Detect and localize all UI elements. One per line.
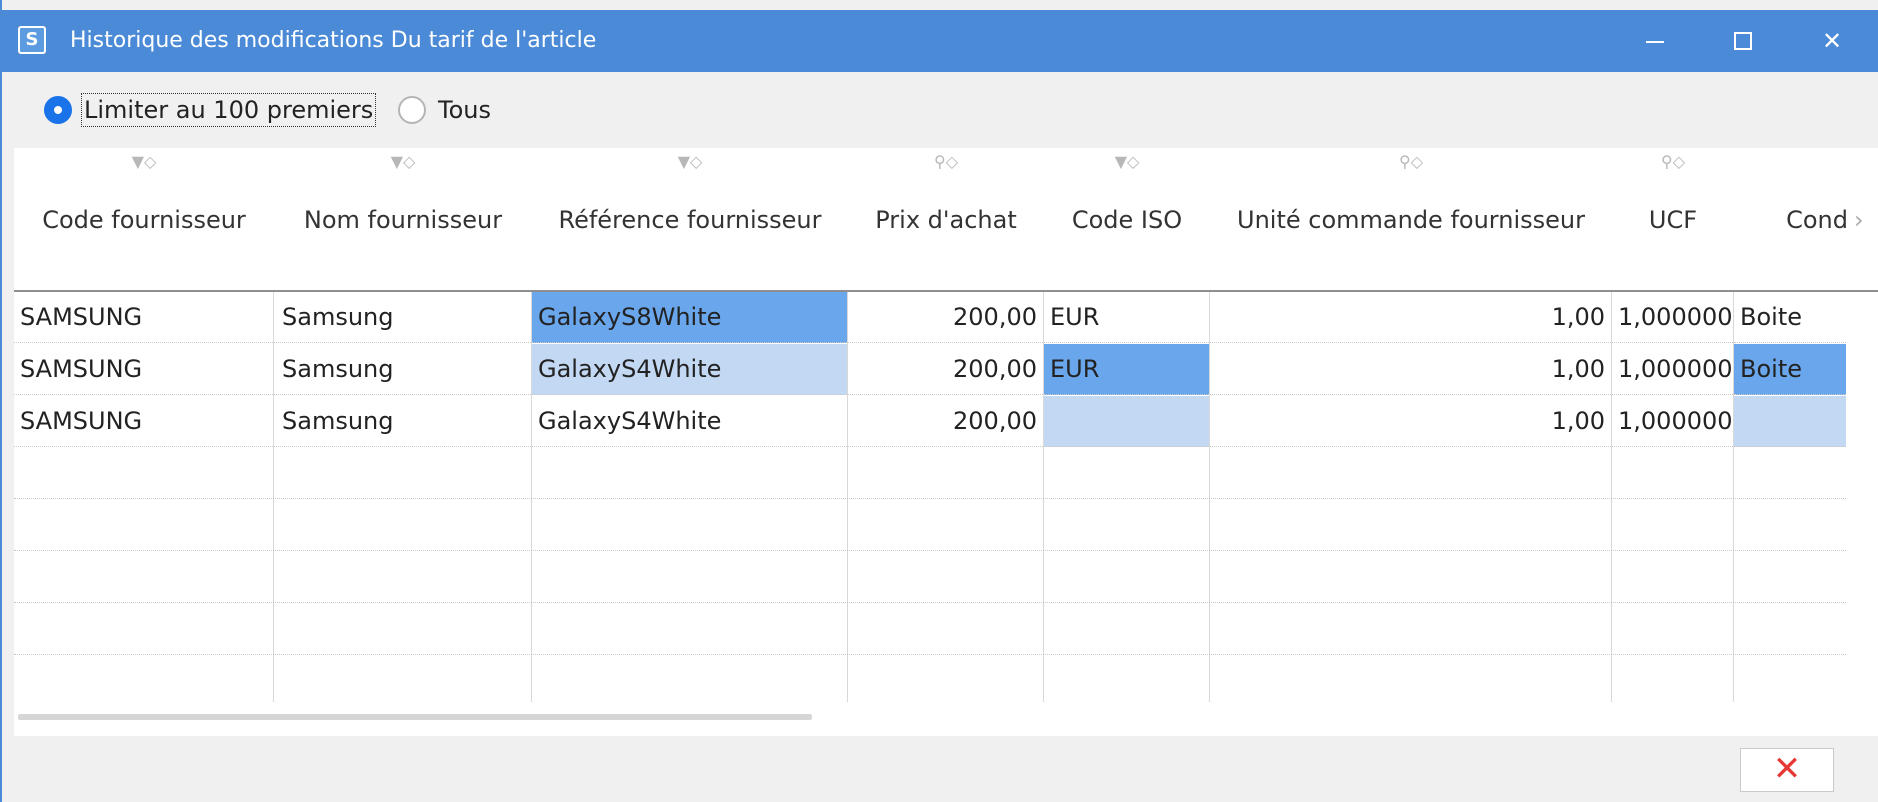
- minimize-button[interactable]: [1628, 20, 1684, 62]
- filter-sort-icon[interactable]: ▼◇: [1044, 152, 1210, 172]
- column-header-prix-achat[interactable]: ⚲◇ Prix d'achat: [848, 148, 1044, 290]
- column-header-reference-fournisseur[interactable]: ▼◇ Référence fournisseur: [532, 148, 848, 290]
- horizontal-scrollbar[interactable]: [18, 714, 812, 720]
- cell-code-iso[interactable]: EUR: [1044, 292, 1209, 343]
- cell-reference-fournisseur[interactable]: GalaxyS8White: [532, 292, 847, 343]
- column-label: Code fournisseur: [42, 206, 246, 234]
- history-grid: ▼◇ Code fournisseur ▼◇ Nom fournisseur ▼…: [14, 148, 1878, 736]
- history-window: S Historique des modifications Du tarif …: [0, 0, 1878, 802]
- radio-unselected-icon: [398, 96, 426, 124]
- grid-header: ▼◇ Code fournisseur ▼◇ Nom fournisseur ▼…: [14, 148, 1878, 292]
- table-row[interactable]: SAMSUNG Samsung GalaxyS4White 200,00 EUR…: [14, 344, 1878, 396]
- column-label: Cond: [1786, 206, 1848, 234]
- column-label: Code ISO: [1071, 206, 1183, 234]
- title-bar[interactable]: S Historique des modifications Du tarif …: [2, 10, 1878, 72]
- column-label: Référence fournisseur: [558, 206, 822, 234]
- cell-code-fournisseur[interactable]: SAMSUNG: [14, 344, 273, 395]
- radio-limit-100-label: Limiter au 100 premiers: [80, 93, 377, 127]
- cell-prix-achat[interactable]: 200,00: [848, 344, 1043, 395]
- cell-nom-fournisseur[interactable]: Samsung: [274, 344, 531, 395]
- filter-sort-icon[interactable]: ▼◇: [14, 152, 274, 172]
- search-sort-icon[interactable]: ⚲◇: [1612, 152, 1734, 172]
- empty-cell: [14, 604, 1846, 655]
- close-icon: ✕: [1772, 749, 1802, 789]
- cell-code-iso[interactable]: [1044, 396, 1209, 447]
- column-label: Prix d'achat: [875, 206, 1017, 234]
- cell-reference-fournisseur[interactable]: GalaxyS4White: [532, 396, 847, 447]
- search-sort-icon[interactable]: ⚲◇: [1210, 152, 1612, 172]
- column-header-ucf[interactable]: ⚲◇ UCF: [1612, 148, 1734, 290]
- cell-unite-commande[interactable]: 1,00: [1210, 344, 1611, 395]
- cell-nom-fournisseur[interactable]: Samsung: [274, 292, 531, 343]
- cell-unite-commande[interactable]: 1,00: [1210, 292, 1611, 343]
- maximize-icon: [1734, 32, 1752, 50]
- cell-ucf[interactable]: 1,000000: [1612, 344, 1733, 395]
- close-window-button[interactable]: ✕: [1804, 20, 1860, 62]
- footer-bar: ✕: [4, 736, 1878, 802]
- cell-prix-achat[interactable]: 200,00: [848, 292, 1043, 343]
- column-header-nom-fournisseur[interactable]: ▼◇ Nom fournisseur: [274, 148, 532, 290]
- cell-ucf[interactable]: 1,000000: [1612, 396, 1733, 447]
- cell-nom-fournisseur[interactable]: Samsung: [274, 396, 531, 447]
- close-icon: ✕: [1821, 27, 1843, 55]
- column-label: UCF: [1648, 206, 1698, 234]
- column-header-unite-commande[interactable]: ⚲◇ Unité commande fournisseur: [1210, 148, 1612, 290]
- cell-reference-fournisseur[interactable]: GalaxyS4White: [532, 344, 847, 395]
- empty-row: [14, 604, 1878, 656]
- column-label: Nom fournisseur: [303, 206, 503, 234]
- cell-code-iso[interactable]: EUR: [1044, 344, 1209, 395]
- cell-cond[interactable]: Boite: [1734, 292, 1846, 343]
- filter-sort-icon[interactable]: ▼◇: [532, 152, 848, 172]
- limit-options: Limiter au 100 premiers Tous: [2, 72, 1878, 148]
- chevron-right-icon[interactable]: ›: [1854, 206, 1864, 234]
- empty-row: [14, 500, 1878, 552]
- column-header-code-fournisseur[interactable]: ▼◇ Code fournisseur: [14, 148, 274, 290]
- cell-code-fournisseur[interactable]: SAMSUNG: [14, 292, 273, 343]
- radio-all[interactable]: Tous: [398, 94, 491, 126]
- column-header-code-iso[interactable]: ▼◇ Code ISO: [1044, 148, 1210, 290]
- app-icon: S: [18, 26, 46, 54]
- column-header-cond[interactable]: Cond: [1734, 148, 1854, 290]
- cell-cond[interactable]: [1734, 396, 1846, 447]
- filter-sort-icon[interactable]: ▼◇: [274, 152, 532, 172]
- close-dialog-button[interactable]: ✕: [1740, 748, 1834, 792]
- cell-ucf[interactable]: 1,000000: [1612, 292, 1733, 343]
- search-sort-icon[interactable]: ⚲◇: [848, 152, 1044, 172]
- radio-limit-100[interactable]: Limiter au 100 premiers: [44, 93, 377, 127]
- cell-unite-commande[interactable]: 1,00: [1210, 396, 1611, 447]
- empty-row: [14, 448, 1878, 500]
- empty-cell: [14, 552, 1846, 603]
- radio-all-label: Tous: [438, 96, 491, 124]
- cell-prix-achat[interactable]: 200,00: [848, 396, 1043, 447]
- cell-code-fournisseur[interactable]: SAMSUNG: [14, 396, 273, 447]
- table-row[interactable]: SAMSUNG Samsung GalaxyS4White 200,00 1,0…: [14, 396, 1878, 448]
- radio-selected-icon: [44, 96, 72, 124]
- empty-row: [14, 552, 1878, 604]
- minimize-icon: [1646, 41, 1664, 43]
- window-title: Historique des modifications Du tarif de…: [70, 28, 597, 53]
- empty-cell: [14, 448, 1846, 499]
- maximize-button[interactable]: [1716, 20, 1772, 62]
- column-label: Unité commande fournisseur: [1237, 206, 1585, 234]
- cell-cond[interactable]: Boite: [1734, 344, 1846, 395]
- empty-cell: [14, 500, 1846, 551]
- table-row[interactable]: SAMSUNG Samsung GalaxyS8White 200,00 EUR…: [14, 292, 1878, 344]
